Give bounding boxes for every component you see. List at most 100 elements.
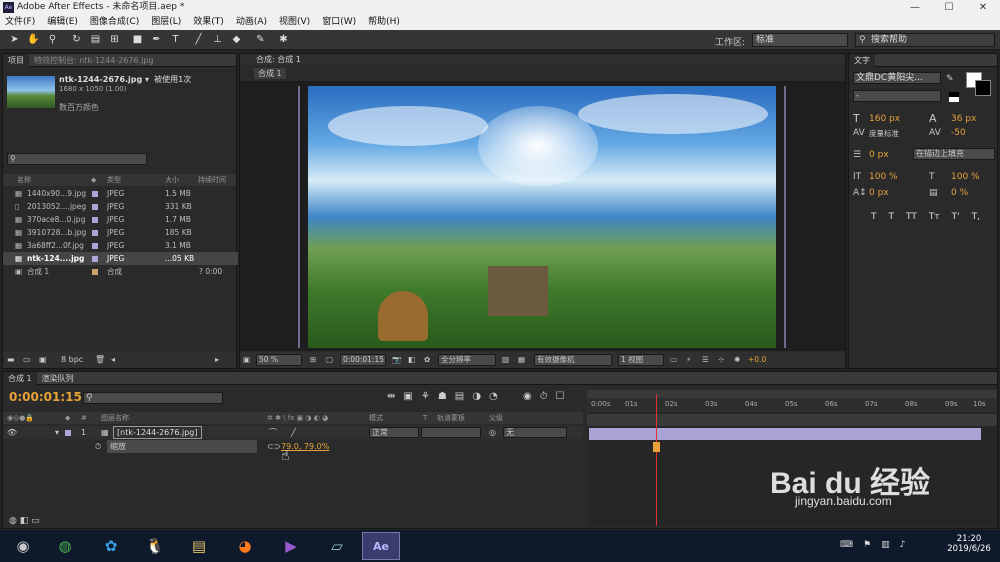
stroke-color-swatch[interactable] xyxy=(975,80,991,96)
vertical-scale-value[interactable]: 100 % xyxy=(869,172,898,182)
tab-project[interactable]: 项目 xyxy=(3,53,29,67)
adjust-icon[interactable]: ☐ xyxy=(556,391,565,402)
toggle-pixel-aspect-icon[interactable]: ▭ xyxy=(670,352,677,368)
quality-switch-icon[interactable]: ╱ xyxy=(291,426,296,439)
hand-tool-icon[interactable]: ✋ xyxy=(27,33,40,46)
blend-mode-dropdown[interactable]: 正常 xyxy=(369,427,419,438)
exposure-value[interactable]: +0.0 xyxy=(748,352,766,368)
camera-tool-icon[interactable]: ▤ xyxy=(89,33,102,46)
brainstorm-icon[interactable]: ◉ xyxy=(523,391,532,402)
time-ruler[interactable]: 0:00s 01s 02s 03s 04s 05s 06s 07s 08s 09s 10s xyxy=(587,398,997,412)
pan-behind-tool-icon[interactable]: ⊞ xyxy=(108,33,121,46)
transparency-grid-icon[interactable]: ▦ xyxy=(518,352,525,368)
menu-view[interactable]: 视图(V) xyxy=(279,15,310,30)
col-t[interactable]: T xyxy=(423,412,427,424)
notification-icon[interactable]: ⚑ xyxy=(863,540,871,550)
tab-character[interactable]: 文字 xyxy=(849,53,875,67)
superscript-button[interactable]: T' xyxy=(952,212,960,222)
col-mode[interactable]: 模式 xyxy=(369,412,383,424)
clock[interactable]: 21:20 2019/6/26 xyxy=(946,534,992,554)
motion-blur-icon[interactable]: ◑ xyxy=(472,391,481,402)
horizontal-scale-value[interactable]: 100 % xyxy=(951,172,980,182)
new-comp-icon[interactable]: ▣ xyxy=(39,352,47,368)
keyboard-icon[interactable]: ⌨ xyxy=(840,540,853,550)
zoom-tool-icon[interactable]: ⚲ xyxy=(46,33,59,46)
video-editor-icon[interactable]: ▶ xyxy=(272,532,310,560)
comp-viewer[interactable] xyxy=(240,81,845,351)
current-time-field[interactable]: 0:00:01:15 xyxy=(340,354,386,366)
list-item[interactable]: ▯ 2013052....jpeg JPEG 331 KB xyxy=(3,200,238,213)
rectangle-tool-icon[interactable]: ■ xyxy=(131,33,144,46)
camera-dropdown[interactable]: 有效摄像机 xyxy=(534,354,612,366)
delete-icon[interactable]: 🗑 xyxy=(95,352,105,368)
col-track-matte[interactable]: 轨道蒙板 xyxy=(437,412,465,424)
always-preview-icon[interactable]: ▣ xyxy=(243,352,250,368)
interpret-footage-icon[interactable]: ▬ xyxy=(7,352,15,368)
leading-value[interactable]: 36 px xyxy=(951,114,976,124)
col-duration[interactable]: 持续时间 xyxy=(198,174,226,186)
selection-tool-icon[interactable]: ➤ xyxy=(8,33,21,46)
hide-shy-icon[interactable]: ☗ xyxy=(438,391,447,402)
puppet-tool-icon[interactable]: ✱ xyxy=(277,33,290,46)
small-caps-button[interactable]: Tт xyxy=(929,212,940,222)
stroke-width-value[interactable]: 0 px xyxy=(869,150,889,160)
zoom-dropdown[interactable]: 50 % xyxy=(256,354,302,366)
close-button[interactable]: ✕ xyxy=(966,0,1000,15)
views-dropdown[interactable]: 1 视图 xyxy=(618,354,664,366)
expand-arrow-icon[interactable]: ▾ xyxy=(55,426,59,439)
faux-bold-button[interactable]: T xyxy=(871,212,877,222)
layer-name[interactable]: [ntk-1244-2676.jpg] xyxy=(113,426,202,439)
network-icon[interactable]: ▥ xyxy=(881,540,890,550)
subscript-button[interactable]: T, xyxy=(972,212,980,222)
minimize-button[interactable]: — xyxy=(898,0,932,15)
list-item[interactable]: ▦ 3a68ff2...0f.jpg JPEG 3.1 MB xyxy=(3,239,238,252)
stopwatch-icon[interactable]: ⏱ xyxy=(95,440,101,453)
project-search-input[interactable]: ⚲ xyxy=(7,153,147,165)
menu-file[interactable]: 文件(F) xyxy=(5,15,35,30)
font-style-dropdown[interactable]: - xyxy=(853,90,941,102)
list-item[interactable]: ▣ 合成 1 合成 ? 0:00 xyxy=(3,265,238,278)
text-tool-icon[interactable]: T xyxy=(169,33,182,46)
work-area-bar[interactable] xyxy=(587,390,997,398)
safe-zones-icon[interactable]: ⊞ xyxy=(310,352,316,368)
search-help-field[interactable]: ⚲ 搜索帮助 xyxy=(855,33,995,47)
start-button-icon[interactable]: ◉ xyxy=(4,532,42,560)
browser-360-icon[interactable]: ◍ xyxy=(46,532,84,560)
font-size-value[interactable]: 160 px xyxy=(869,114,900,124)
parent-dropdown[interactable]: 无 xyxy=(503,427,567,438)
all-caps-button[interactable]: TT xyxy=(906,212,917,222)
tab-effect-controls[interactable]: 特效控制台: ntk-1244-2676.jpg xyxy=(29,54,159,67)
table-row[interactable]: 👁 ▾ 1 ▦ [ntk-1244-2676.jpg] ⌒ ╱ 正常 ◎ 无 xyxy=(3,426,583,439)
col-size[interactable]: 大小 xyxy=(165,174,179,186)
label-column-icon[interactable]: ◆ xyxy=(91,174,96,186)
menu-edit[interactable]: 编辑(E) xyxy=(47,15,78,30)
file-explorer-icon[interactable]: ▤ xyxy=(180,532,218,560)
menu-composition[interactable]: 图像合成(C) xyxy=(90,15,139,30)
list-item[interactable]: ▦ 1440x90...9.jpg JPEG 1.5 MB xyxy=(3,187,238,200)
track-matte-dropdown[interactable] xyxy=(421,427,481,438)
after-effects-taskbar-icon[interactable]: Ae xyxy=(362,532,400,560)
tracking-value[interactable]: -50 xyxy=(951,128,966,138)
list-item[interactable]: ▦ 3910728...b.jpg JPEG 185 KB xyxy=(3,226,238,239)
scroll-left-icon[interactable]: ◂ xyxy=(111,352,115,368)
show-snapshot-icon[interactable]: ◧ xyxy=(408,352,415,368)
menu-animation[interactable]: 动画(A) xyxy=(236,15,267,30)
toggle-switches-icon[interactable]: ◍ xyxy=(9,516,17,526)
eraser-tool-icon[interactable]: ◆ xyxy=(230,33,243,46)
menu-layer[interactable]: 图层(L) xyxy=(151,15,181,30)
comp-mini-flowchart-icon[interactable]: ⇹ xyxy=(387,391,395,402)
col-name[interactable]: 名称 xyxy=(17,174,31,186)
list-item[interactable]: ▦ 370ace8...0.jpg JPEG 1.7 MB xyxy=(3,213,238,226)
rotate-tool-icon[interactable]: ↻ xyxy=(70,33,83,46)
playhead[interactable] xyxy=(656,394,658,526)
scale-keyframe[interactable] xyxy=(653,442,661,452)
volume-icon[interactable]: ♪ xyxy=(900,540,906,550)
expand-panes-icon[interactable]: ▭ xyxy=(31,516,40,526)
toggle-modes-icon[interactable]: ◧ xyxy=(20,516,29,526)
pen-tool-icon[interactable]: ✒ xyxy=(150,33,163,46)
stroke-mode-dropdown[interactable]: 在描边上填充 xyxy=(913,148,995,160)
constrain-proportions-icon[interactable]: ⊂⊃ xyxy=(267,440,280,453)
media-player-icon[interactable]: ✿ xyxy=(92,532,130,560)
snapshot-icon[interactable]: 📷 xyxy=(392,352,401,368)
auto-keyframe-icon[interactable]: ⏱ xyxy=(540,391,548,402)
